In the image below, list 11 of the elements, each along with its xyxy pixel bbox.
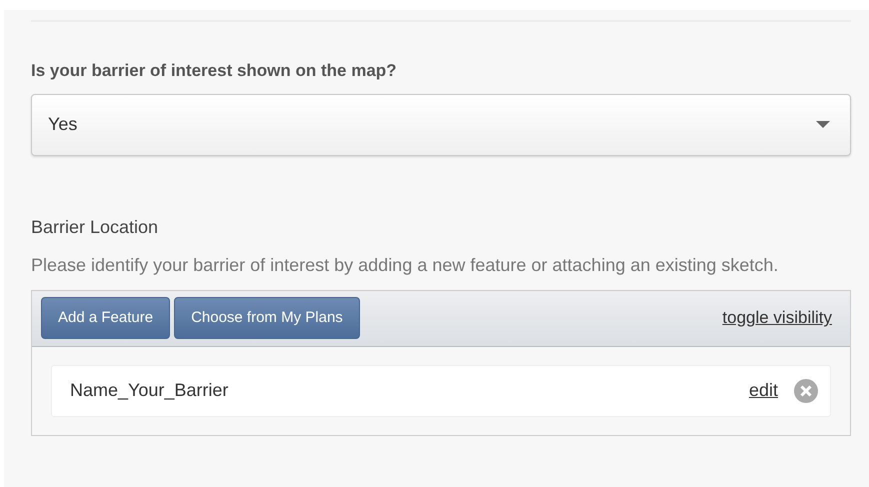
- section-heading: Barrier Location: [31, 216, 160, 238]
- edit-link[interactable]: edit: [748, 377, 778, 404]
- question-label: Is your barrier of interest shown on the map?: [31, 60, 398, 82]
- feature-name: Name_Your_Barrier: [70, 379, 228, 402]
- remove-icon[interactable]: [794, 378, 818, 402]
- section-description: Please identify your barrier of interest by adding a new feature or attaching an existing sketch.: [31, 254, 780, 277]
- answer-select[interactable]: Yes: [31, 94, 851, 156]
- caret-icon: [816, 120, 830, 128]
- toggle-visibility-link[interactable]: toggle visibility: [722, 305, 832, 331]
- toolbar-button[interactable]: Choose from My Plans: [174, 297, 360, 339]
- toolbar-button[interactable]: Add a Feature: [41, 297, 170, 339]
